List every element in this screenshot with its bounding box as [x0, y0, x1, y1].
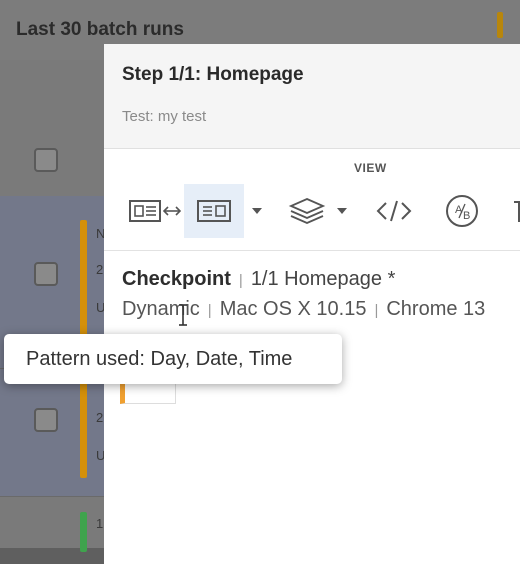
row-status-bar: [80, 220, 87, 340]
view-label: VIEW: [354, 161, 387, 175]
checkpoint-value: 1/1 Homepage *: [250, 268, 396, 290]
pattern-tooltip: Pattern used: Day, Date, Time: [4, 334, 342, 384]
code-icon: [376, 200, 412, 222]
step-title: Step 1/1: Homepage: [122, 64, 304, 85]
row-checkbox[interactable]: [34, 408, 58, 432]
os-label: Mac OS X 10.15: [219, 298, 367, 320]
single-view-button[interactable]: [184, 184, 244, 238]
test-name: Test: my test: [122, 108, 207, 125]
caret-down-icon: [252, 208, 262, 214]
batch-runs-title: Last 30 batch runs: [16, 19, 184, 40]
status-bar: [497, 12, 503, 38]
separator: |: [238, 272, 243, 289]
ab-test-button[interactable]: A B: [440, 184, 484, 238]
select-all-checkbox[interactable]: [34, 148, 58, 172]
row-text: 2: [96, 410, 104, 425]
side-by-side-compare-icon: [129, 200, 182, 222]
row-status-bar: [80, 512, 87, 552]
panel-header: Step 1/1: Homepage Test: my test: [104, 44, 520, 149]
code-view-button[interactable]: [372, 184, 416, 238]
text-icon: [514, 201, 520, 222]
step-detail-panel: Step 1/1: Homepage Test: my test VIEW A …: [104, 44, 520, 564]
single-view-icon: [197, 200, 231, 222]
toolbar-divider: [104, 250, 520, 251]
caret-down-icon: [337, 208, 347, 214]
row-text: 1: [96, 516, 104, 531]
compare-view-button[interactable]: [126, 184, 184, 238]
more-tool-button[interactable]: [508, 184, 520, 238]
checkpoint-header: Checkpoint | 1/1 Homepage *: [122, 268, 395, 291]
tooltip-text: Pattern used: Day, Date, Time: [26, 347, 293, 370]
text-cursor-icon: [179, 304, 187, 326]
svg-text:B: B: [463, 210, 470, 222]
layers-button[interactable]: [282, 184, 332, 238]
separator: |: [374, 302, 379, 319]
row-divider: [0, 496, 104, 497]
row-text: 2: [96, 262, 104, 277]
layers-icon: [288, 198, 326, 224]
browser-label: Chrome 13: [386, 298, 486, 320]
checkpoint-label: Checkpoint: [122, 268, 231, 290]
layers-dropdown[interactable]: [332, 184, 352, 238]
separator: |: [207, 302, 212, 319]
view-options-dropdown[interactable]: [246, 184, 268, 238]
ab-test-icon: A B: [446, 195, 478, 227]
row-checkbox[interactable]: [34, 262, 58, 286]
row-status-bar: [80, 378, 87, 478]
view-toolbar: A B: [104, 184, 520, 240]
